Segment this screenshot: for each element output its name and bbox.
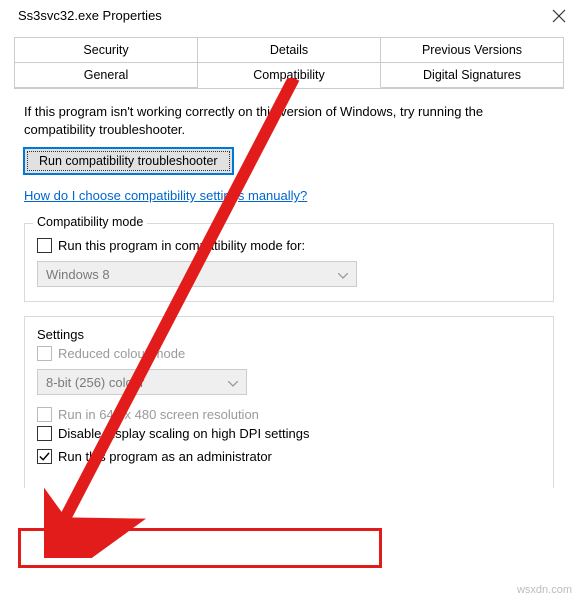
compat-mode-combo[interactable]: Windows 8 xyxy=(37,261,357,287)
watermark: wsxdn.com xyxy=(517,584,572,596)
tab-content: If this program isn't working correctly … xyxy=(0,89,578,498)
disable-dpi-checkbox[interactable] xyxy=(37,426,52,441)
run-troubleshooter-button[interactable]: Run compatibility troubleshooter xyxy=(24,148,233,174)
help-text: If this program isn't working correctly … xyxy=(24,103,554,138)
group-legend: Settings xyxy=(37,327,84,342)
reduced-colour-checkbox xyxy=(37,346,52,361)
tabstrip: Security Details Previous Versions Gener… xyxy=(14,37,564,89)
compatibility-mode-group: Compatibility mode Run this program in c… xyxy=(24,223,554,302)
chevron-down-icon xyxy=(338,267,348,282)
annotation-highlight xyxy=(18,528,382,568)
compat-mode-checkbox[interactable] xyxy=(37,238,52,253)
reduced-colour-label: Reduced colour mode xyxy=(58,346,185,361)
tab-general[interactable]: General xyxy=(15,63,198,87)
window-title: Ss3svc32.exe Properties xyxy=(18,8,162,23)
tab-security[interactable]: Security xyxy=(15,38,198,62)
tab-digital-signatures[interactable]: Digital Signatures xyxy=(381,63,563,87)
manual-settings-link[interactable]: How do I choose compatibility settings m… xyxy=(24,188,307,203)
compat-mode-label: Run this program in compatibility mode f… xyxy=(58,238,305,253)
tab-previous-versions[interactable]: Previous Versions xyxy=(381,38,563,62)
combo-value: 8-bit (256) colour xyxy=(46,375,144,390)
run-as-admin-label: Run this program as an administrator xyxy=(58,449,272,464)
group-legend: Compatibility mode xyxy=(33,215,147,229)
settings-group: Settings Reduced colour mode 8-bit (256)… xyxy=(24,316,554,488)
run-as-admin-checkbox[interactable] xyxy=(37,449,52,464)
disable-dpi-label: Disable display scaling on high DPI sett… xyxy=(58,426,309,441)
chevron-down-icon xyxy=(228,375,238,390)
colour-combo: 8-bit (256) colour xyxy=(37,369,247,395)
tab-compatibility[interactable]: Compatibility xyxy=(198,63,381,88)
close-icon[interactable] xyxy=(552,9,566,23)
tab-details[interactable]: Details xyxy=(198,38,381,62)
run-640-label: Run in 640 x 480 screen resolution xyxy=(58,407,259,422)
run-640-checkbox xyxy=(37,407,52,422)
combo-value: Windows 8 xyxy=(46,267,110,282)
